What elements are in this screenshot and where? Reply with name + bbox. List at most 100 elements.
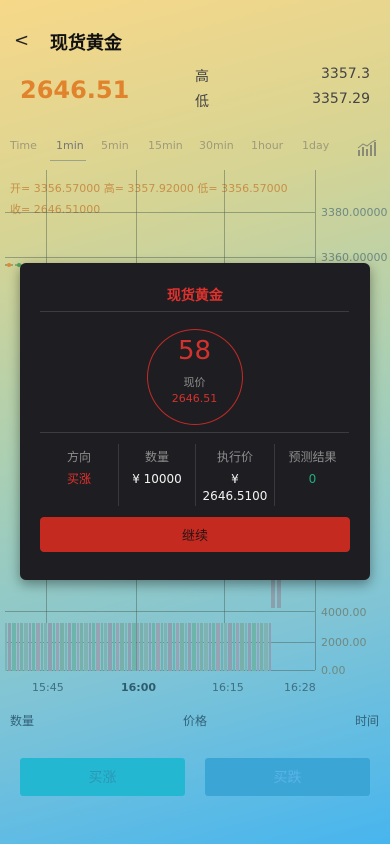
volume-bar bbox=[5, 623, 7, 671]
modal-divider bbox=[40, 432, 349, 433]
volume-bar bbox=[252, 623, 256, 671]
tab-1hour[interactable]: 1hour bbox=[251, 139, 283, 152]
volume-axis-label: 0.00 bbox=[321, 664, 346, 677]
volume-bar bbox=[161, 623, 163, 671]
volume-bar bbox=[80, 623, 83, 671]
volume-bar bbox=[197, 623, 199, 671]
low-label: 低 bbox=[195, 94, 209, 110]
volume-bars bbox=[5, 623, 271, 671]
bar-chart-icon[interactable] bbox=[357, 140, 377, 156]
result-value: 0 bbox=[308, 472, 317, 486]
volume-bar bbox=[36, 623, 40, 671]
tab-5min[interactable]: 5min bbox=[101, 139, 129, 152]
volume-bar bbox=[233, 623, 235, 671]
tab-time[interactable]: Time bbox=[10, 139, 37, 152]
volume-bar bbox=[152, 623, 155, 671]
volume-bar bbox=[209, 623, 211, 671]
low-value: 3357.29 bbox=[312, 91, 370, 107]
result-label: 预测结果 bbox=[288, 450, 337, 464]
tab-15min[interactable]: 15min bbox=[148, 139, 183, 152]
volume-bar bbox=[192, 623, 196, 671]
volume-bar bbox=[20, 623, 23, 671]
volume-bar bbox=[185, 623, 187, 671]
volume-bar bbox=[180, 623, 184, 671]
volume-bar bbox=[32, 623, 35, 671]
volume-bar bbox=[116, 623, 119, 671]
volume-bar bbox=[212, 623, 215, 671]
volume-bar bbox=[132, 623, 136, 671]
volume-bar bbox=[108, 623, 112, 671]
volume-bar bbox=[200, 623, 203, 671]
volume-bar bbox=[260, 623, 263, 671]
volume-bar bbox=[104, 623, 107, 671]
volume-bar bbox=[113, 623, 115, 671]
volume-bar bbox=[248, 623, 251, 671]
back-icon[interactable]: < bbox=[14, 30, 29, 51]
volume-bar bbox=[264, 623, 268, 671]
result-column: 预测结果 0 bbox=[275, 448, 350, 510]
volume-bar bbox=[245, 623, 247, 671]
volume-bar bbox=[68, 623, 71, 671]
quantity-label: 数量 bbox=[10, 714, 35, 728]
active-tab-underline bbox=[50, 160, 86, 161]
quantity-label: 数量 bbox=[144, 450, 169, 464]
volume-bar bbox=[168, 623, 172, 671]
continue-button[interactable]: 继续 bbox=[40, 517, 350, 552]
axis-legend: 数量 价格 时间 bbox=[0, 712, 390, 732]
tab-1day[interactable]: 1day bbox=[302, 139, 329, 152]
time-axis-label: 15:45 bbox=[32, 681, 64, 694]
volume-bar bbox=[48, 623, 52, 671]
price-axis-label: 3380.00000 bbox=[321, 206, 388, 219]
direction-label: 方向 bbox=[66, 450, 91, 464]
volume-bar bbox=[216, 623, 220, 671]
high-value: 3357.3 bbox=[321, 66, 370, 82]
volume-bar bbox=[149, 623, 151, 671]
volume-bar bbox=[128, 623, 131, 671]
time-axis-label: 16:00 bbox=[121, 681, 157, 694]
volume-bar bbox=[188, 623, 191, 671]
volume-bar bbox=[53, 623, 55, 671]
volume-bar bbox=[204, 623, 208, 671]
time-tabs: Time 1min 5min 15min 30min 1hour 1day bbox=[0, 136, 390, 166]
volume-bar bbox=[144, 623, 148, 671]
countdown-circle: 58 现价 2646.51 bbox=[147, 329, 243, 425]
direction-column: 方向 买涨 bbox=[40, 448, 118, 510]
volume-bar bbox=[257, 623, 259, 671]
volume-bar bbox=[29, 623, 31, 671]
volume-bar bbox=[77, 623, 79, 671]
volume-bar bbox=[164, 623, 167, 671]
price-label: 价格 bbox=[183, 714, 208, 728]
volume-bar bbox=[221, 623, 223, 671]
exec-price-column: 执行价 ¥ 2646.5100 bbox=[196, 448, 274, 510]
volume-bar bbox=[269, 623, 271, 671]
quantity-value: ¥ 10000 bbox=[132, 472, 182, 486]
volume-bar bbox=[17, 623, 19, 671]
buy-down-button[interactable]: 买跌 bbox=[205, 758, 370, 796]
time-axis-label: 16:28 bbox=[284, 681, 316, 694]
buy-up-button[interactable]: 买涨 bbox=[20, 758, 185, 796]
volume-bar bbox=[65, 623, 67, 671]
tab-1min[interactable]: 1min bbox=[56, 139, 84, 152]
volume-bar bbox=[240, 623, 244, 671]
current-price: 2646.51 bbox=[20, 76, 130, 104]
volume-bar bbox=[236, 623, 239, 671]
exec-price-number: 2646.5100 bbox=[202, 489, 268, 503]
volume-bar bbox=[96, 623, 100, 671]
volume-bar bbox=[120, 623, 124, 671]
volume-axis-label: 2000.00 bbox=[321, 636, 367, 649]
modal-title: 现货黄金 bbox=[167, 288, 223, 304]
volume-bar bbox=[92, 623, 95, 671]
modal-divider bbox=[40, 311, 349, 312]
direction-value: 买涨 bbox=[66, 472, 91, 486]
volume-bar bbox=[224, 623, 227, 671]
grid-line bbox=[5, 212, 315, 213]
volume-bar bbox=[84, 623, 88, 671]
price-line bbox=[5, 254, 85, 267]
volume-bar bbox=[176, 623, 179, 671]
countdown-number: 58 bbox=[177, 336, 212, 366]
volume-axis-label: 4000.00 bbox=[321, 606, 367, 619]
time-label: 时间 bbox=[355, 714, 380, 728]
tab-30min[interactable]: 30min bbox=[199, 139, 234, 152]
volume-bar bbox=[72, 623, 76, 671]
current-price-label: 现价 bbox=[183, 376, 206, 389]
